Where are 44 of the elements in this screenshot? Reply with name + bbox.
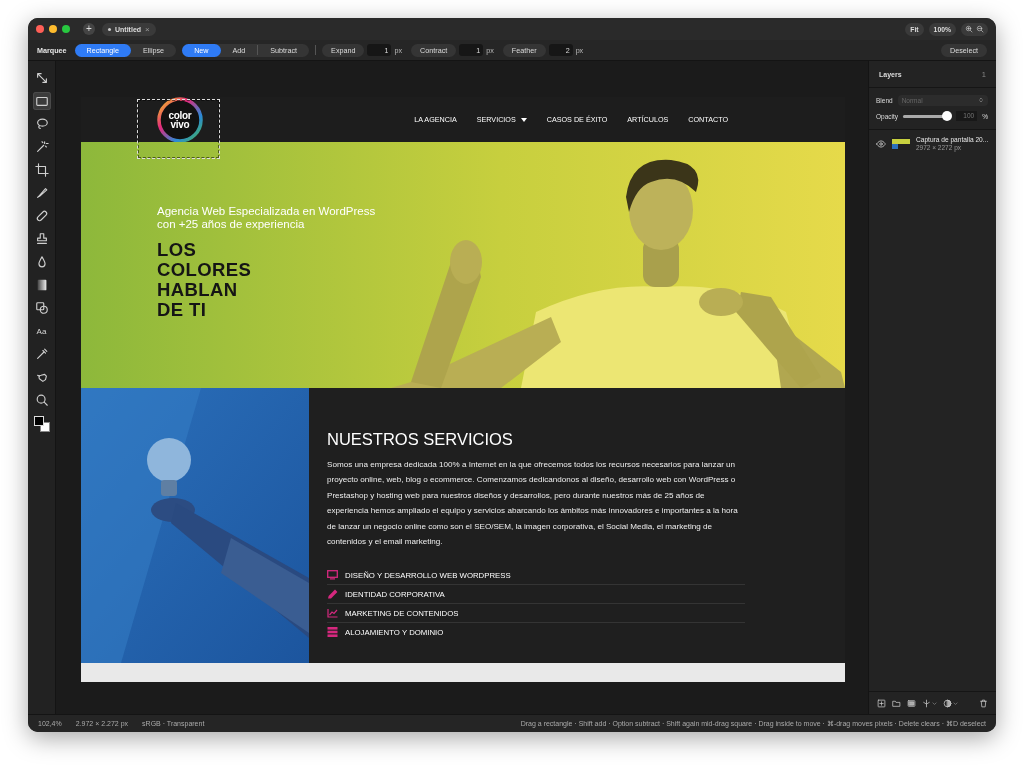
chart-icon (327, 608, 338, 619)
pencil-icon (327, 589, 338, 600)
folder-icon (892, 698, 901, 708)
trash-icon (979, 698, 988, 708)
add-layer-icon (877, 698, 886, 708)
rectangle-select-icon (34, 94, 49, 108)
section-paragraph: Somos una empresa dedicada 100% a Internet en la que ofrecemos todos los recursos necesarios para lanzar un proyecto online, web, blog o ecommerce. Comenzamos dedicandonos al diseño, desarrollo web con WordPress o Prestashop y hosting web para nuestros diseños y desarrollos, pero durante nuestros más de 25 años de experiencia hemos ampliado el equipo y servicios abarcando los ámbitos más innovadores e importantes a la hora de lanzar un negocio online como son el SEO/SEM, la imagen corporativa, el Social Media, el marketing de contenidos y el email marketing. (327, 459, 739, 549)
zoom-out-button[interactable] (976, 25, 984, 33)
tool-button[interactable] (32, 161, 51, 179)
eyedropper-icon (34, 347, 49, 361)
minimize-button[interactable] (49, 25, 57, 33)
search-icon (34, 393, 49, 407)
zoom-in-icon (965, 25, 973, 33)
zoom-out-icon (976, 25, 984, 33)
caret-icon (932, 700, 937, 706)
adjustment-button[interactable] (943, 698, 958, 708)
logo-text: color vivo (168, 110, 192, 129)
stamp-icon (34, 232, 49, 246)
resize-arrow-icon (34, 71, 49, 85)
add-layer-button[interactable] (877, 698, 886, 708)
tool-button[interactable] (32, 92, 51, 110)
folder-button[interactable] (892, 698, 901, 708)
close-window-button[interactable] (36, 25, 44, 33)
close-tab-button[interactable]: × (145, 24, 150, 34)
color-swatches-drawing[interactable] (33, 416, 50, 432)
zoom-in-button[interactable] (965, 25, 973, 33)
crop-icon (34, 163, 49, 177)
mask-button[interactable] (907, 698, 916, 708)
caret-icon (953, 700, 958, 706)
adjustment-icon (943, 698, 952, 708)
bandage-icon (34, 209, 49, 223)
monitor-icon (327, 570, 338, 581)
trash-button[interactable] (979, 698, 988, 708)
fullscreen-button[interactable] (62, 25, 70, 33)
server-icon (327, 627, 338, 638)
updown-icon (978, 97, 984, 103)
mask-icon (907, 698, 916, 708)
lasso-icon (34, 117, 49, 131)
new-tab-button[interactable]: + (83, 23, 95, 35)
shapes-icon (34, 301, 49, 315)
section-title: NUESTROS SERVICIOS (327, 431, 514, 448)
text-tool-button[interactable]: Aa (32, 322, 51, 340)
brush-icon (34, 186, 49, 200)
wand-icon (34, 140, 49, 154)
